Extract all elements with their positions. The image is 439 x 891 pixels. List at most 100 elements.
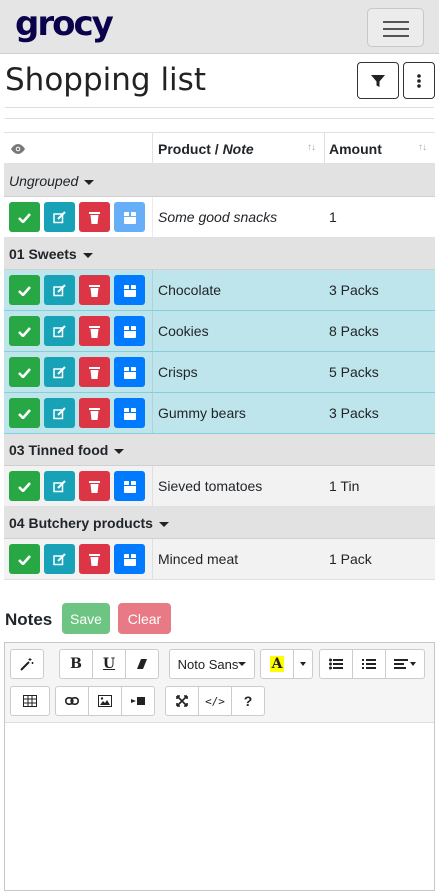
group-name: 04 Butchery products bbox=[9, 515, 153, 531]
text-color-button[interactable]: A bbox=[260, 649, 294, 679]
trash-icon bbox=[89, 407, 100, 420]
group-header[interactable]: Ungrouped bbox=[4, 165, 435, 197]
underline-button[interactable]: U bbox=[92, 649, 126, 679]
add-to-stock-button[interactable] bbox=[114, 398, 145, 428]
delete-item-button[interactable] bbox=[79, 398, 110, 428]
insert-link-button[interactable] bbox=[55, 686, 89, 716]
insert-table-button[interactable] bbox=[10, 686, 50, 716]
product-name: Chocolate bbox=[158, 282, 222, 298]
add-to-stock-button[interactable] bbox=[114, 202, 145, 232]
more-options-button[interactable] bbox=[403, 62, 435, 99]
color-dropdown-toggle[interactable] bbox=[293, 649, 313, 679]
delete-item-button[interactable] bbox=[79, 544, 110, 574]
box-icon bbox=[123, 553, 136, 566]
product-amount: 1 bbox=[329, 209, 337, 225]
mark-done-button[interactable] bbox=[9, 471, 40, 501]
help-button[interactable]: ? bbox=[231, 686, 265, 716]
product-amount: 5 Packs bbox=[329, 364, 379, 380]
ordered-list-button[interactable] bbox=[352, 649, 386, 679]
bullet-list-icon bbox=[329, 658, 343, 670]
product-amount: 1 Pack bbox=[329, 551, 372, 567]
group-header[interactable]: 03 Tinned food bbox=[4, 434, 435, 466]
group-header[interactable]: 04 Butchery products bbox=[4, 507, 435, 539]
notes-text-area[interactable] bbox=[5, 723, 434, 890]
chevron-down-icon bbox=[84, 179, 95, 185]
insert-video-button[interactable] bbox=[121, 686, 155, 716]
edit-icon bbox=[53, 365, 66, 378]
video-icon bbox=[131, 697, 145, 705]
mark-done-button[interactable] bbox=[9, 316, 40, 346]
sort-icon[interactable]: ↑↓ bbox=[418, 142, 427, 153]
table-row: Cookies 8 Packs bbox=[4, 311, 435, 352]
mark-done-button[interactable] bbox=[9, 275, 40, 305]
edit-icon bbox=[53, 406, 66, 419]
magic-style-button[interactable] bbox=[10, 649, 44, 679]
delete-item-button[interactable] bbox=[79, 202, 110, 232]
box-icon bbox=[123, 480, 136, 493]
clear-format-button[interactable] bbox=[125, 649, 159, 679]
add-to-stock-button[interactable] bbox=[114, 275, 145, 305]
edit-icon bbox=[53, 479, 66, 492]
chevron-down-icon bbox=[238, 662, 247, 666]
edit-item-button[interactable] bbox=[44, 544, 75, 574]
edit-item-button[interactable] bbox=[44, 275, 75, 305]
table-header: Product / Note ↑↓ Amount ↑↓ bbox=[4, 132, 435, 165]
check-icon bbox=[18, 481, 31, 492]
bold-button[interactable]: B bbox=[59, 649, 93, 679]
add-to-stock-button[interactable] bbox=[114, 357, 145, 387]
paragraph-align-dropdown[interactable] bbox=[385, 649, 425, 679]
group-header[interactable]: 01 Sweets bbox=[4, 238, 435, 270]
font-family-dropdown[interactable]: Noto Sans bbox=[169, 649, 255, 679]
edit-icon bbox=[53, 552, 66, 565]
edit-item-button[interactable] bbox=[44, 316, 75, 346]
delete-item-button[interactable] bbox=[79, 471, 110, 501]
edit-item-button[interactable] bbox=[44, 202, 75, 232]
edit-item-button[interactable] bbox=[44, 398, 75, 428]
add-to-stock-button[interactable] bbox=[114, 544, 145, 574]
add-to-stock-button[interactable] bbox=[114, 316, 145, 346]
notes-editor: B U Noto Sans A </> ? bbox=[4, 642, 435, 891]
column-visibility-icon[interactable] bbox=[10, 142, 26, 158]
sort-icon[interactable]: ↑↓ bbox=[307, 142, 316, 153]
mark-done-button[interactable] bbox=[9, 357, 40, 387]
delete-item-button[interactable] bbox=[79, 275, 110, 305]
mark-done-button[interactable] bbox=[9, 202, 40, 232]
add-to-stock-button[interactable] bbox=[114, 471, 145, 501]
box-icon bbox=[123, 211, 136, 224]
table-row: Crisps 5 Packs bbox=[4, 352, 435, 393]
product-column-header[interactable]: Product / Note bbox=[158, 141, 254, 157]
save-notes-button[interactable]: Save bbox=[62, 603, 110, 634]
check-icon bbox=[18, 212, 31, 223]
delete-item-button[interactable] bbox=[79, 357, 110, 387]
insert-picture-button[interactable] bbox=[88, 686, 122, 716]
trash-icon bbox=[89, 284, 100, 297]
menu-toggle-button[interactable] bbox=[367, 8, 424, 47]
product-header-label: Product / bbox=[158, 141, 223, 157]
unordered-list-button[interactable] bbox=[319, 649, 353, 679]
clear-notes-button[interactable]: Clear bbox=[118, 603, 171, 634]
text-color-icon: A bbox=[269, 656, 285, 672]
code-view-button[interactable]: </> bbox=[198, 686, 232, 716]
box-icon bbox=[123, 366, 136, 379]
trash-icon bbox=[89, 325, 100, 338]
group-label: 01 Sweets bbox=[9, 246, 93, 262]
filter-button[interactable] bbox=[357, 62, 399, 99]
hamburger-icon-bar bbox=[383, 28, 409, 30]
mark-done-button[interactable] bbox=[9, 398, 40, 428]
edit-item-button[interactable] bbox=[44, 471, 75, 501]
edit-item-button[interactable] bbox=[44, 357, 75, 387]
delete-item-button[interactable] bbox=[79, 316, 110, 346]
table-body: Ungrouped Some good snacks 1 01 Sweets Choco… bbox=[4, 165, 435, 580]
mark-done-button[interactable] bbox=[9, 544, 40, 574]
shopping-list-table: Product / Note ↑↓ Amount ↑↓ Ungrouped Som… bbox=[4, 132, 435, 580]
product-name: Cookies bbox=[158, 323, 209, 339]
product-name: Crisps bbox=[158, 364, 198, 380]
trash-icon bbox=[89, 553, 100, 566]
product-name: Minced meat bbox=[158, 551, 239, 567]
check-icon bbox=[18, 408, 31, 419]
numbered-list-icon bbox=[362, 659, 376, 669]
grocy-logo[interactable]: grocy bbox=[15, 4, 114, 44]
amount-column-header[interactable]: Amount bbox=[329, 141, 382, 157]
column-divider bbox=[152, 539, 153, 579]
fullscreen-button[interactable] bbox=[165, 686, 199, 716]
